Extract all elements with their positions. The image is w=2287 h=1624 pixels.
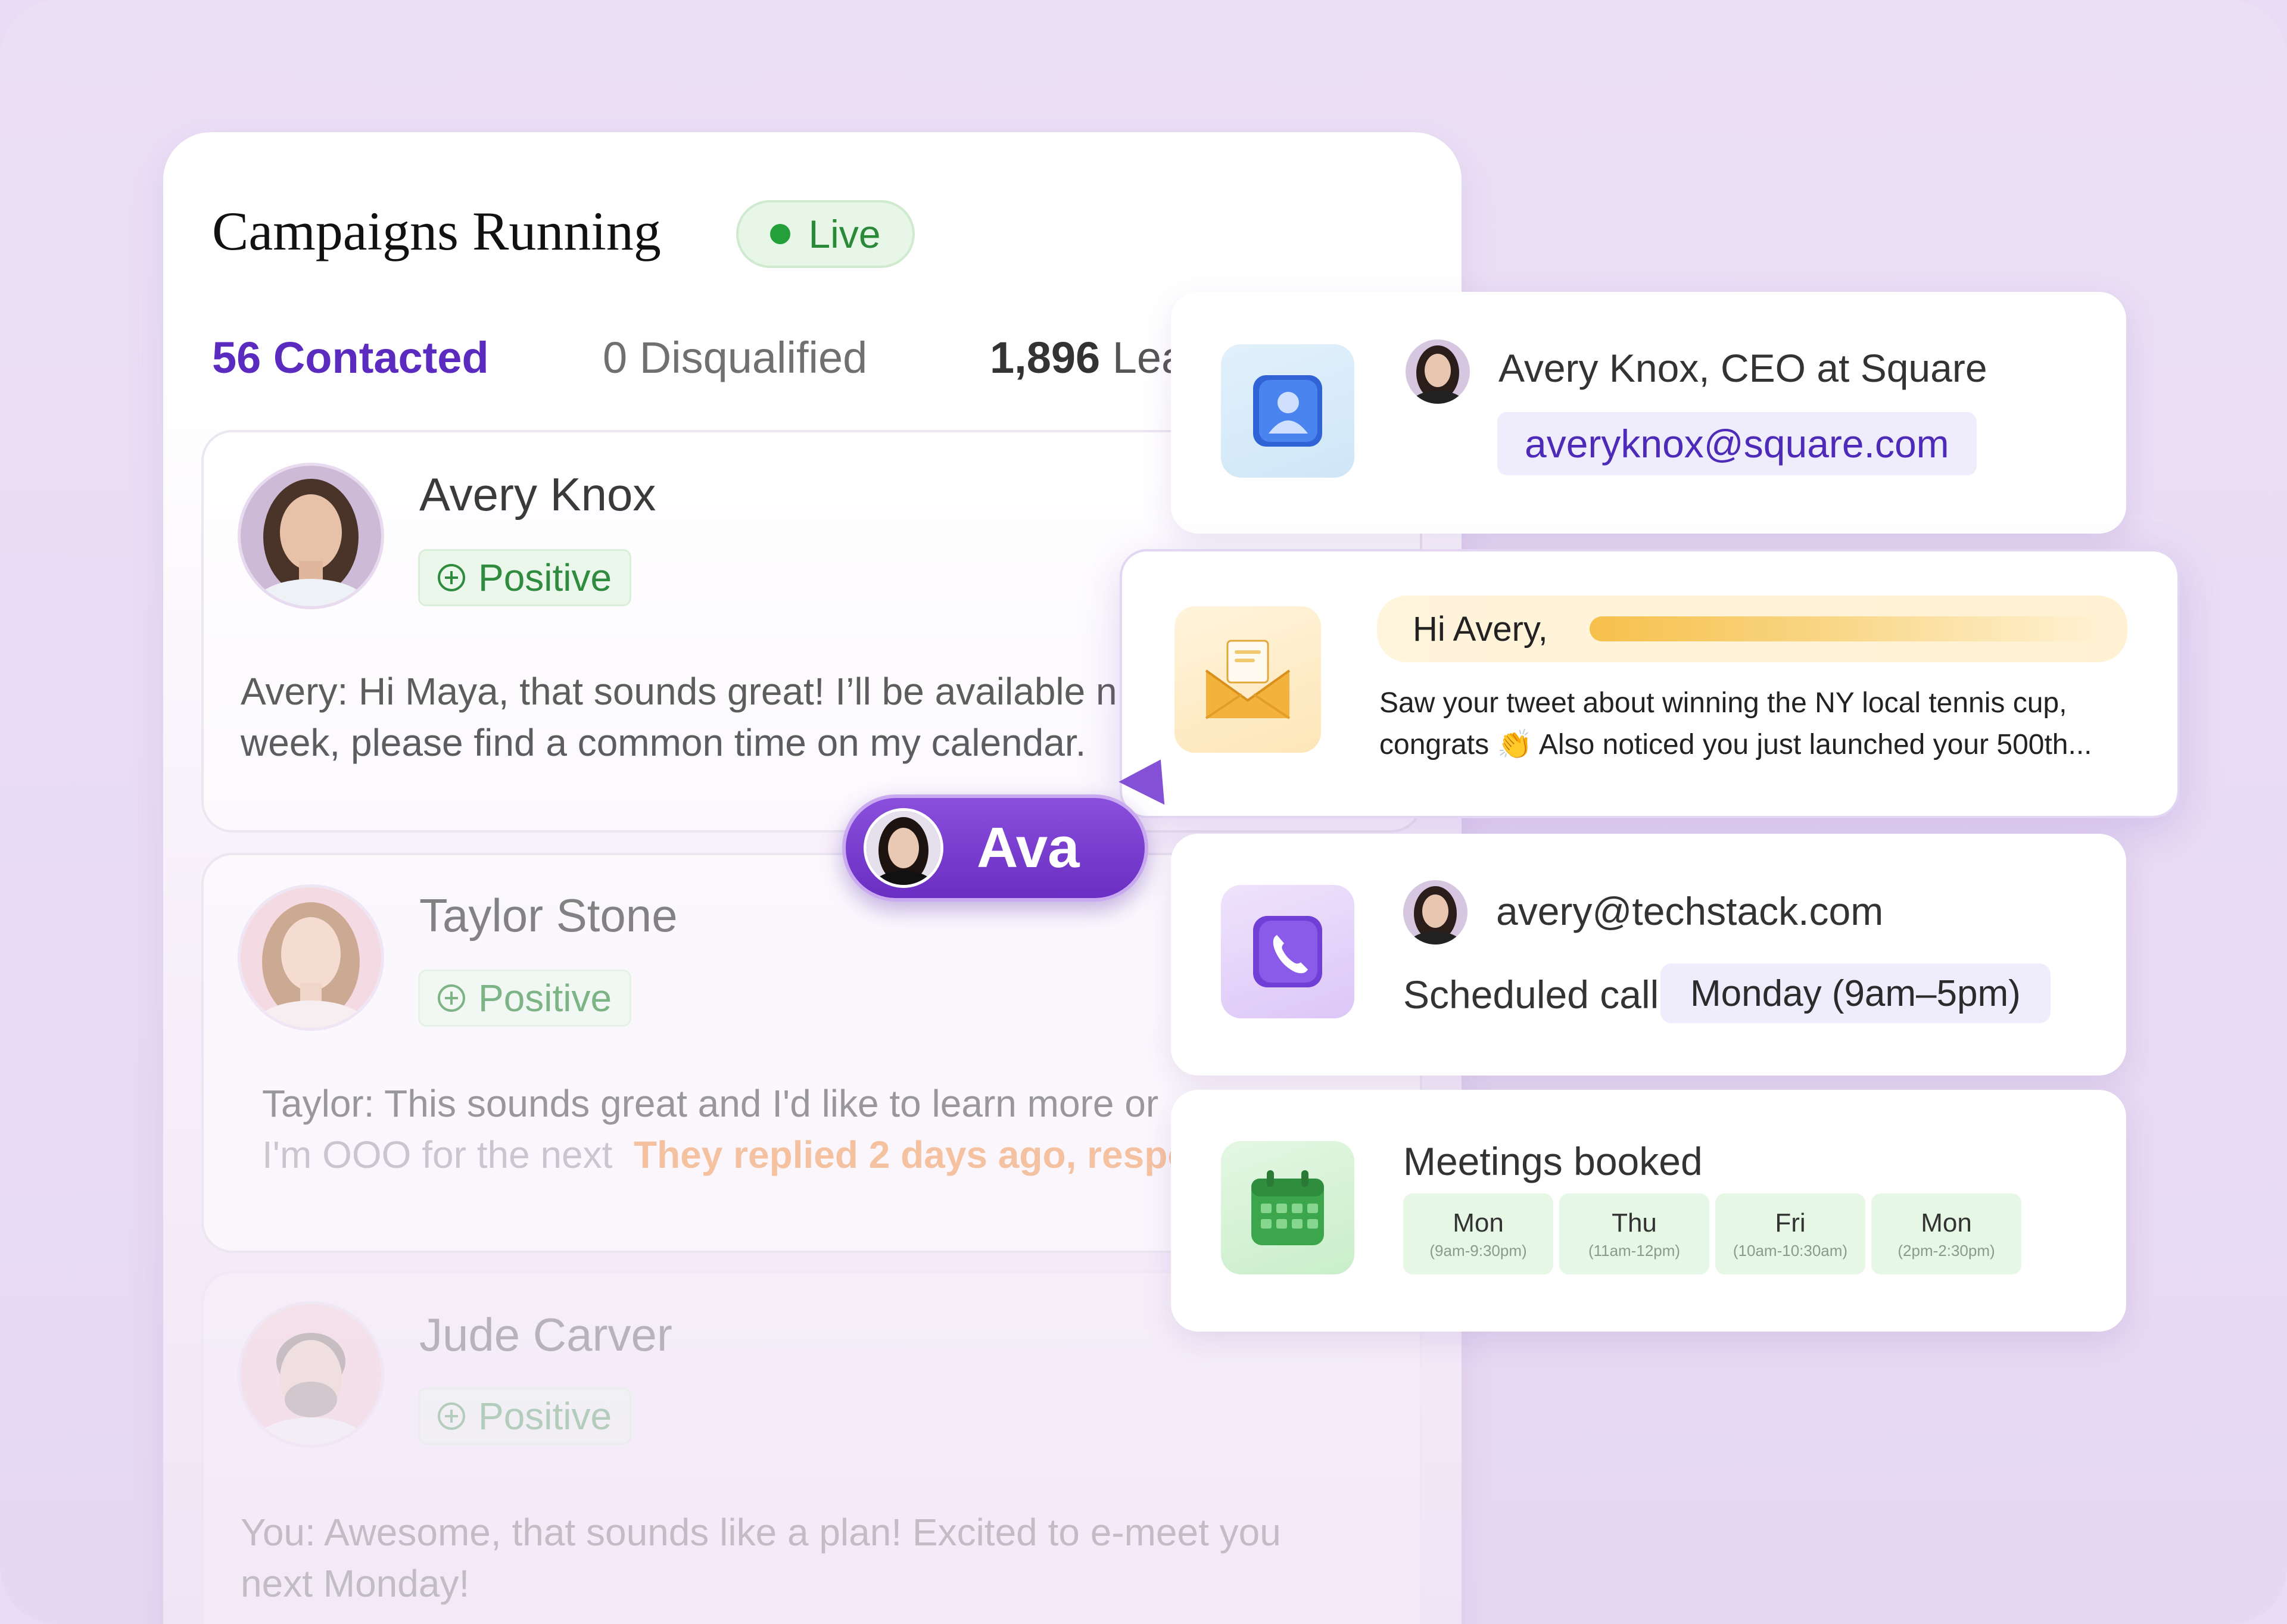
sentiment-label: Positive [478, 1395, 612, 1438]
email-greeting: Hi Avery, [1413, 609, 1548, 649]
contact-icon [1221, 344, 1354, 478]
email-body-fragment: congrats [1379, 729, 1490, 760]
agent-tag-ava[interactable]: Ava [842, 794, 1148, 902]
agent-name: Ava [977, 816, 1080, 880]
meeting-time: (9am-9:30pm) [1429, 1241, 1527, 1260]
plus-circle-icon [438, 984, 465, 1012]
message-line: next Monday! [241, 1562, 470, 1605]
greeting-bar: Hi Avery, [1377, 596, 2127, 662]
meeting-time: (10am-10:30am) [1733, 1241, 1848, 1260]
lead-name: Avery Knox [419, 468, 656, 520]
avatar [241, 466, 381, 606]
lead-name: Jude Carver [419, 1308, 672, 1361]
stat-tab-contacted[interactable]: 56 Contacted [212, 332, 489, 383]
live-status-badge: Live [736, 200, 915, 268]
email-body: Saw your tweet about winning the NY loca… [1379, 682, 2092, 766]
email-body-fragment: Also noticed you just launched your 500t… [1538, 729, 2092, 760]
avatar [1403, 880, 1467, 945]
lead-message: You: Awesome, that sounds like a plan! E… [241, 1507, 1372, 1609]
meeting-time: (2pm-2:30pm) [1897, 1241, 1995, 1260]
call-contact-email: avery@techstack.com [1496, 889, 1884, 933]
phone-icon [1221, 885, 1354, 1018]
calendar-icon [1221, 1141, 1354, 1274]
meeting-time: (11am-12pm) [1588, 1241, 1681, 1260]
message-line: Taylor: This sounds great and I'd like t… [262, 1082, 1159, 1125]
leads-count: 1,896 [990, 333, 1101, 382]
meeting-day: Fri [1775, 1208, 1806, 1238]
meeting-day: Mon [1453, 1208, 1504, 1238]
avatar [864, 808, 943, 888]
meetings-title: Meetings booked [1403, 1139, 1703, 1183]
contact-headline: Avery Knox, CEO at Square [1498, 346, 1987, 390]
stat-tab-disqualified[interactable]: 0 Disqualified [603, 332, 867, 383]
sentiment-label: Positive [478, 977, 612, 1020]
envelope-icon [1174, 606, 1321, 753]
meeting-day: Mon [1921, 1208, 1972, 1238]
contact-email[interactable]: averyknox@square.com [1497, 412, 1977, 475]
sentiment-badge: Positive [418, 1388, 632, 1445]
meeting-slot[interactable]: Thu (11am-12pm) [1559, 1193, 1709, 1274]
reply-reminder[interactable]: They replied 2 days ago, respond [634, 1133, 1179, 1176]
email-body-line: congrats 👏 Also noticed you just launche… [1379, 724, 2092, 766]
plus-circle-icon [438, 564, 465, 591]
message-line: week, please find a common time on my ca… [241, 721, 1086, 764]
page-title: Campaigns Running [212, 201, 661, 261]
meeting-slot[interactable]: Fri (10am-10:30am) [1715, 1193, 1865, 1274]
message-line: You: Awesome, that sounds like a plan! E… [241, 1511, 1281, 1554]
scheduled-call-label: Scheduled call: [1403, 972, 1670, 1017]
plus-circle-icon [438, 1402, 465, 1430]
stat-tab-leads[interactable]: 1,896 Leads [990, 332, 1174, 383]
email-body-line: Saw your tweet about winning the NY loca… [1379, 687, 2067, 719]
avatar [241, 887, 381, 1028]
sentiment-badge: Positive [418, 970, 632, 1027]
meeting-day: Thu [1612, 1208, 1657, 1238]
lead-message: Taylor: This sounds great and I'd like t… [262, 1078, 1179, 1180]
clapping-hands-icon: 👏 [1497, 729, 1533, 760]
avatar [241, 1304, 381, 1445]
live-dot-icon [770, 224, 791, 244]
message-line: I'm OOO for the next They replied 2 days… [262, 1129, 1179, 1180]
lead-name: Taylor Stone [419, 889, 678, 942]
lead-message: Avery: Hi Maya, that sounds great! I’ll … [241, 666, 1116, 768]
sentiment-label: Positive [478, 556, 612, 599]
message-line: Avery: Hi Maya, that sounds great! I’ll … [241, 670, 1116, 713]
live-status-label: Live [808, 212, 881, 256]
leads-label: Leads [1112, 333, 1174, 382]
meeting-slot[interactable]: Mon (9am-9:30pm) [1403, 1193, 1553, 1274]
meeting-slot[interactable]: Mon (2pm-2:30pm) [1871, 1193, 2021, 1274]
typing-progress-bar [1589, 616, 2102, 641]
sentiment-badge: Positive [418, 549, 632, 606]
scheduled-call-slot[interactable]: Monday (9am–5pm) [1660, 964, 2051, 1023]
avatar [1406, 339, 1470, 404]
canvas: Campaigns Running Live 56 Contacted 0 Di… [0, 0, 2287, 1624]
message-fragment: I'm OOO for the next [262, 1133, 613, 1176]
